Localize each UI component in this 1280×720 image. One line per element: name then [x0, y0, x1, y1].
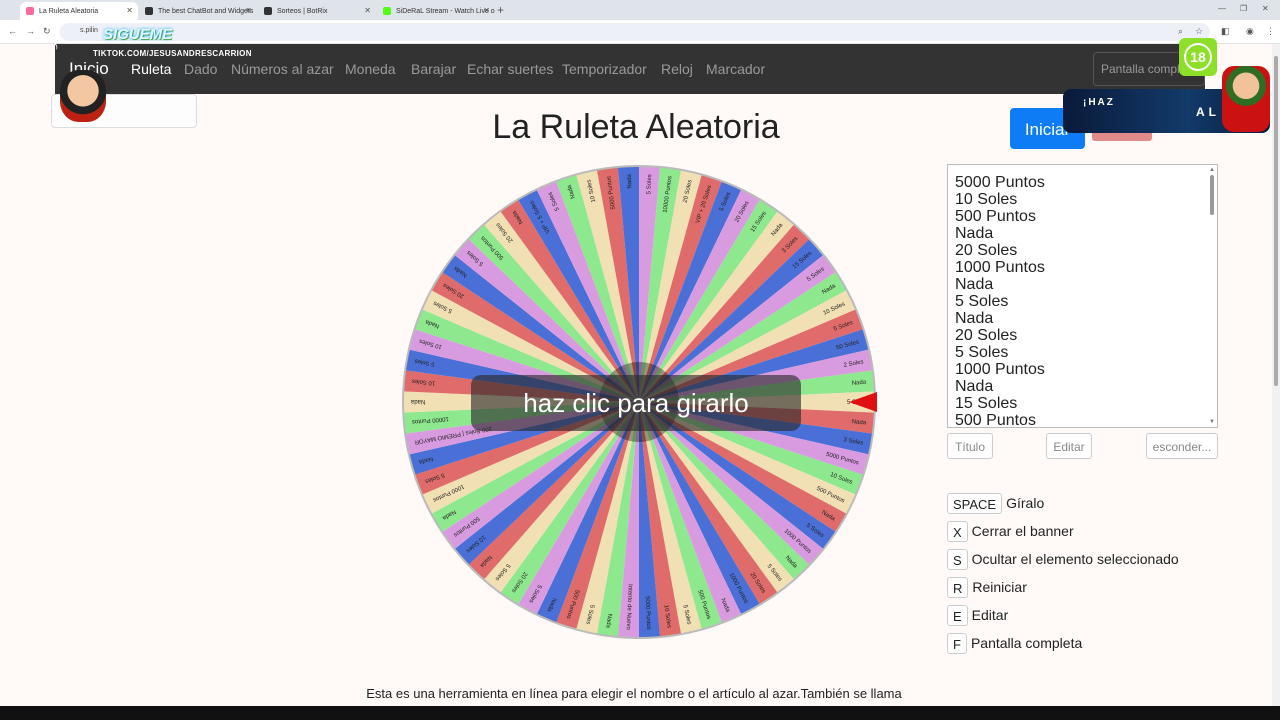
list-item: 20 Soles	[955, 327, 1018, 344]
list-item: 5 Soles	[955, 344, 1009, 361]
close-tab-icon[interactable]: ✕	[126, 6, 133, 15]
tab-title: Sorteos | BotRix	[277, 7, 328, 15]
shortcut-label: Pantalla completa	[970, 635, 1083, 651]
page-scrollbar[interactable]	[1272, 44, 1280, 706]
profile-icon[interactable]: ◉	[1246, 26, 1254, 37]
shortcut-key: R	[947, 576, 969, 598]
browser-tab[interactable]: Sorteos | BotRix ✕	[258, 2, 376, 20]
list-item: 1000 Puntos	[955, 361, 1045, 378]
page-scroll-thumb[interactable]	[1274, 56, 1278, 386]
promo-text: ¡HAZ	[1083, 97, 1115, 108]
nav-echar-suertes[interactable]: Echar suertes	[467, 61, 553, 77]
back-icon[interactable]: ←	[8, 26, 17, 36]
browser-tab[interactable]: SiDeRaL Stream - Watch Live o ✕	[377, 2, 495, 20]
list-scroll-thumb[interactable]	[1210, 175, 1214, 215]
shortcut-key: S	[947, 548, 968, 570]
tab-favicon-icon	[383, 7, 391, 15]
title-button[interactable]: Título	[947, 433, 993, 459]
list-item: 1000 Puntos	[955, 259, 1045, 276]
tab-title: SiDeRaL Stream - Watch Live o	[396, 7, 495, 15]
tab-favicon-icon	[145, 7, 153, 15]
menu-dots-icon[interactable]: ⋮	[1266, 26, 1275, 37]
list-item: 20 Soles	[955, 242, 1018, 259]
list-item: 500 Puntos	[955, 412, 1036, 428]
wheel-label: Nada	[410, 398, 425, 404]
scroll-up-icon[interactable]: ▲	[1209, 167, 1215, 173]
shortcut-key: F	[947, 632, 967, 654]
shortcut-key: E	[947, 604, 968, 626]
list-scrollbar[interactable]: ▲ ▼	[1208, 167, 1216, 425]
shortcut-label: Gíralo	[1006, 495, 1045, 511]
browser-tab-active[interactable]: La Ruleta Aleatoria ✕	[20, 2, 138, 20]
extensions-icon[interactable]: ◧	[1221, 26, 1230, 37]
close-tab-icon[interactable]: ✕	[483, 6, 490, 15]
shortcut-row: E Editar	[947, 604, 1008, 626]
shortcut-key: SPACE	[947, 492, 1003, 514]
hide-button[interactable]: esconder...	[1146, 433, 1218, 459]
scroll-down-icon[interactable]: ▼	[1209, 419, 1215, 425]
nav-barajar[interactable]: Barajar	[411, 61, 456, 77]
shortcut-row: SPACE Gíralo	[947, 492, 1044, 514]
shortcut-label: Editar	[971, 607, 1009, 623]
bookmark-star-icon[interactable]: ☆	[1195, 26, 1203, 37]
url-input[interactable]: s.pilin	[60, 23, 1210, 41]
taskbar	[0, 706, 1280, 720]
forward-icon[interactable]: →	[26, 26, 35, 36]
address-bar: ← → ↻ s.pilin ⌕ ☆ ◧ ◉ ⋮	[0, 20, 1280, 44]
minimize-icon[interactable]: —	[1218, 4, 1226, 13]
shortcut-label: Ocultar el elemento seleccionado	[971, 551, 1179, 567]
age-rating-text: 18	[1184, 43, 1212, 71]
shortcut-label: Reiniciar	[972, 579, 1027, 595]
list-item: Nada	[955, 225, 994, 242]
list-item: Nada	[955, 276, 994, 293]
streamer-avatar-right	[1222, 66, 1270, 132]
tiktok-logo-icon: ♪	[50, 36, 59, 56]
browser-tab[interactable]: The best ChatBot and Widgets ✕	[139, 2, 257, 20]
tab-title: The best ChatBot and Widgets	[158, 7, 254, 15]
nav-ruleta[interactable]: Ruleta	[131, 61, 171, 77]
nav-temporizador[interactable]: Temporizador	[562, 61, 647, 77]
list-item: 5 Soles	[955, 293, 1009, 310]
shortcut-row: F Pantalla completa	[947, 632, 1082, 654]
list-item: Nada	[955, 310, 994, 327]
wheel-label: 5 Soles	[646, 174, 653, 194]
shortcut-row: S Ocultar el elemento seleccionado	[947, 548, 1179, 570]
list-item: 500 Puntos	[955, 208, 1036, 225]
tab-favicon-icon	[26, 7, 34, 15]
tab-title: La Ruleta Aleatoria	[39, 7, 99, 15]
shortcut-label: Cerrar el banner	[971, 523, 1074, 539]
zoom-icon[interactable]: ⌕	[1178, 26, 1183, 37]
edit-button[interactable]: Editar	[1046, 433, 1092, 459]
overlay-tiktok-handle: TIKTOK.COM/JESUSANDRESCARRION	[93, 49, 252, 58]
description-text: Esta es una herramienta en línea para el…	[366, 686, 902, 701]
nav-moneda[interactable]: Moneda	[345, 61, 396, 77]
nav-marcador[interactable]: Marcador	[706, 61, 765, 77]
close-window-icon[interactable]: ✕	[1262, 4, 1269, 13]
entries-textarea[interactable]: 5000 Puntos 10 Soles 500 Puntos Nada 20 …	[947, 164, 1218, 428]
nav-dado[interactable]: Dado	[184, 61, 217, 77]
overlay-sigueme: SIGUEME	[103, 26, 173, 43]
list-item: 5000 Puntos	[955, 174, 1045, 191]
shortcut-row: R Reiniciar	[947, 576, 1027, 598]
promo-text-right: AL	[1196, 105, 1220, 119]
shortcut-key: X	[947, 520, 968, 542]
new-tab-icon[interactable]: +	[497, 3, 504, 17]
tab-favicon-icon	[264, 7, 272, 15]
list-item: 10 Soles	[955, 191, 1018, 208]
maximize-icon[interactable]: ❐	[1240, 4, 1247, 13]
spin-hint-label[interactable]: haz clic para girarlo	[471, 375, 801, 431]
shortcut-row: X Cerrar el banner	[947, 520, 1074, 542]
list-item: Nada	[955, 378, 994, 395]
close-tab-icon[interactable]: ✕	[245, 6, 252, 15]
nav-reloj[interactable]: Reloj	[661, 61, 693, 77]
age-rating-badge: 18	[1179, 38, 1217, 76]
browser-tab-strip: La Ruleta Aleatoria ✕ The best ChatBot a…	[0, 0, 1280, 20]
wheel-label: Nada	[627, 173, 634, 188]
list-item: 15 Soles	[955, 395, 1018, 412]
nav-numeros[interactable]: Números al azar	[231, 61, 334, 77]
close-tab-icon[interactable]: ✕	[364, 6, 371, 15]
